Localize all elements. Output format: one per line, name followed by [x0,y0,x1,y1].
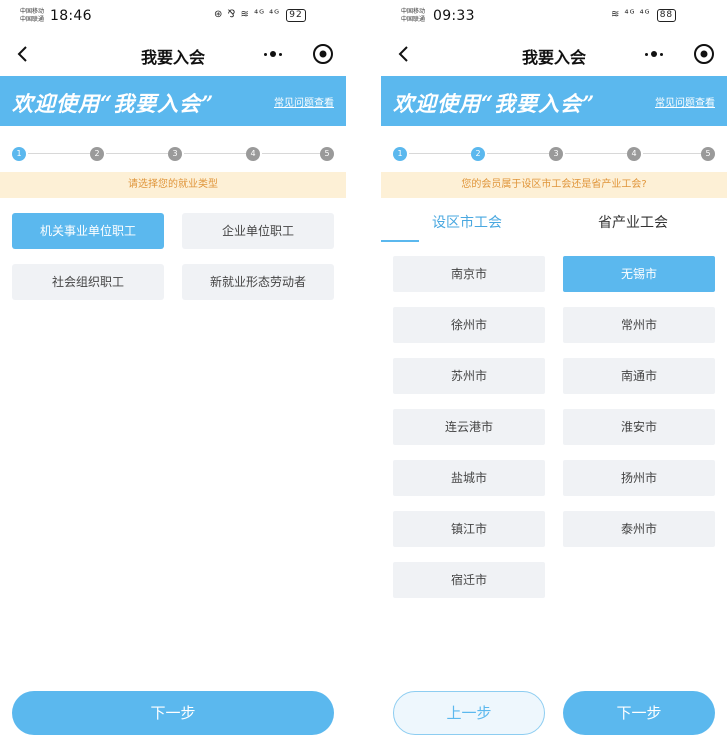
hint-bar: 请选择您的就业类型 [0,172,346,198]
nav-bar: 我要入会 [381,36,727,72]
option-enterprise-employee[interactable]: 企业单位职工 [182,213,334,249]
nav-bar: 我要入会 [0,36,346,72]
back-arrow-icon[interactable] [12,42,34,66]
next-step-button[interactable]: 下一步 [12,691,334,735]
hint-bar: 您的会员属于设区市工会还是省产业工会? [381,172,727,198]
step-3: 3 [168,147,182,161]
city-zhenjiang[interactable]: 镇江市 [393,511,545,547]
city-yancheng[interactable]: 盐城市 [393,460,545,496]
page-title: 我要入会 [521,48,586,67]
banner-title: 欢迎使用“我要入会” [12,91,215,116]
status-icons: ≋ ⁴ᴳ ⁴ᴳ 88 [611,9,677,22]
city-changzhou[interactable]: 常州市 [563,307,715,343]
city-suzhou[interactable]: 苏州市 [393,358,545,394]
status-bar: 中国移动 中国联通 09:33 ≋ ⁴ᴳ ⁴ᴳ 88 [381,0,727,34]
city-nanjing[interactable]: 南京市 [393,256,545,292]
city-xuzhou[interactable]: 徐州市 [393,307,545,343]
step-1: 1 [393,147,407,161]
city-taizhou[interactable]: 泰州市 [563,511,715,547]
faq-link[interactable]: 常见问题查看 [274,94,334,109]
battery-icon: 88 [656,9,677,22]
step-2: 2 [471,147,485,161]
option-social-org-employee[interactable]: 社会组织职工 [12,264,164,300]
faq-link[interactable]: 常见问题查看 [655,94,715,109]
carrier-label: 中国移动 中国联通 [20,8,45,23]
status-bar: 中国移动 中国联通 18:46 ⊛ ⅋ ≋ ⁴ᴳ ⁴ᴳ 92 [0,0,346,34]
step-4: 4 [246,147,260,161]
close-miniprogram-icon[interactable] [693,43,715,65]
carrier-label: 中国移动 中国联通 [401,8,426,23]
tab-provincial-industry-union[interactable]: 省产业工会 [553,212,713,242]
step-2: 2 [90,147,104,161]
step-5: 5 [701,147,715,161]
progress-stepper: 1 2 3 4 5 [393,145,715,163]
option-government-employee[interactable]: 机关事业单位职工 [12,213,164,249]
status-time: 18:46 [50,8,92,24]
city-wuxi[interactable]: 无锡市 [563,256,715,292]
next-step-button[interactable]: 下一步 [563,691,715,735]
network-icons: ≋ ⁴ᴳ ⁴ᴳ [611,9,651,20]
back-arrow-icon[interactable] [393,42,415,66]
previous-step-button[interactable]: 上一步 [393,691,545,735]
left-phone-screen: 中国移动 中国联通 18:46 ⊛ ⅋ ≋ ⁴ᴳ ⁴ᴳ 92 我要入会 欢迎使用… [0,0,346,750]
option-new-employment-worker[interactable]: 新就业形态劳动者 [182,264,334,300]
more-menu-icon[interactable] [258,42,288,66]
active-tab-indicator [381,240,419,242]
city-yangzhou[interactable]: 扬州市 [563,460,715,496]
tab-city-union[interactable]: 设区市工会 [387,212,547,242]
banner-title: 欢迎使用“我要入会” [393,91,596,116]
close-miniprogram-icon[interactable] [312,43,334,65]
step-1: 1 [12,147,26,161]
more-menu-icon[interactable] [639,42,669,66]
status-icons: ⊛ ⅋ ≋ ⁴ᴳ ⁴ᴳ 92 [214,9,306,22]
city-suqian[interactable]: 宿迁市 [393,562,545,598]
step-4: 4 [627,147,641,161]
welcome-banner: 欢迎使用“我要入会” 常见问题查看 [381,76,727,126]
welcome-banner: 欢迎使用“我要入会” 常见问题查看 [0,76,346,126]
page-title: 我要入会 [140,48,205,67]
right-phone-screen: 中国移动 中国联通 09:33 ≋ ⁴ᴳ ⁴ᴳ 88 我要入会 欢迎使用“我要入… [381,0,727,750]
city-nantong[interactable]: 南通市 [563,358,715,394]
status-time: 09:33 [433,8,475,24]
step-5: 5 [320,147,334,161]
battery-icon: 92 [286,9,306,22]
step-3: 3 [549,147,563,161]
progress-stepper: 1 2 3 4 5 [12,145,334,163]
city-huaian[interactable]: 淮安市 [563,409,715,445]
city-lianyungang[interactable]: 连云港市 [393,409,545,445]
network-icons: ⊛ ⅋ ≋ ⁴ᴳ ⁴ᴳ [214,9,281,20]
